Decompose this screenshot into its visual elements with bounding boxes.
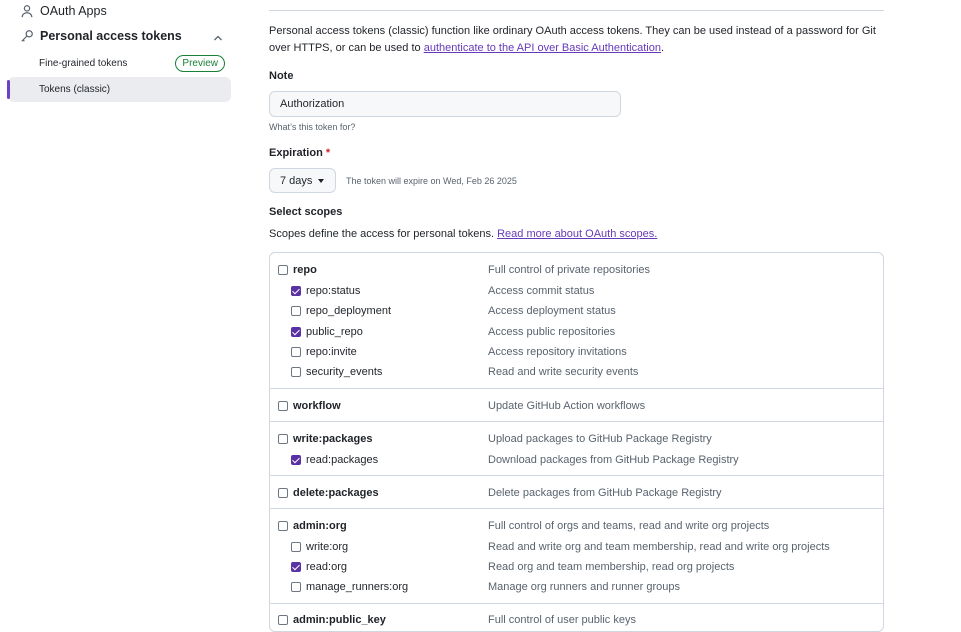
divider	[270, 388, 883, 389]
divider	[269, 10, 884, 11]
scopes-list: repo Full control of private repositorie…	[269, 252, 884, 632]
scope-name: workflow	[293, 400, 341, 412]
scope-checkbox[interactable]	[291, 286, 301, 296]
scope-checkbox[interactable]	[278, 521, 288, 531]
sidebar-item-label: Tokens (classic)	[39, 84, 111, 95]
sidebar-item-oauth-apps[interactable]: OAuth Apps	[20, 4, 107, 18]
preview-badge: Preview	[175, 55, 225, 72]
scope-row-write-packages: write:packages Upload packages to GitHub…	[270, 431, 883, 447]
scope-name: admin:public_key	[293, 614, 386, 626]
scope-row-workflow: workflow Update GitHub Action workflows	[270, 398, 883, 414]
scope-row-read-packages: read:packages Download packages from Git…	[270, 452, 883, 468]
scope-description: Access commit status	[488, 285, 595, 297]
scope-checkbox[interactable]	[278, 615, 288, 625]
scope-checkbox[interactable]	[291, 542, 301, 552]
scope-row-repo-deployment: repo_deployment Access deployment status	[270, 303, 883, 319]
scope-description: Access deployment status	[488, 305, 616, 317]
sidebar-item-personal-access-tokens[interactable]: Personal access tokens	[20, 29, 230, 43]
scope-row-delete-packages: delete:packages Delete packages from Git…	[270, 485, 883, 501]
person-icon	[20, 4, 34, 18]
scope-description: Access public repositories	[488, 326, 616, 338]
scope-description: Read and write org and team membership, …	[488, 541, 830, 553]
scope-row-repo-invite: repo:invite Access repository invitation…	[270, 344, 883, 360]
sidebar-item-label: Fine-grained tokens	[39, 58, 128, 69]
scope-description: Upload packages to GitHub Package Regist…	[488, 433, 712, 445]
intro-text: Personal access tokens (classic) functio…	[269, 23, 884, 57]
note-input[interactable]	[269, 91, 621, 117]
scope-checkbox[interactable]	[278, 434, 288, 444]
key-icon	[20, 29, 34, 43]
expiration-select[interactable]: 7 days	[269, 168, 336, 193]
scope-name: write:org	[306, 541, 349, 553]
scope-description: Access repository invitations	[488, 346, 627, 358]
scope-row-admin-org: admin:org Full control of orgs and teams…	[270, 518, 883, 534]
scope-row-manage-runners-org: manage_runners:org Manage org runners an…	[270, 579, 883, 595]
intro-end: .	[660, 42, 665, 54]
scope-description: Read org and team membership, read org p…	[488, 561, 735, 573]
note-label: Note	[269, 70, 294, 82]
scope-row-repo: repo Full control of private repositorie…	[270, 262, 883, 278]
scopes-description: Scopes define the access for personal to…	[269, 228, 657, 240]
scope-checkbox[interactable]	[291, 562, 301, 572]
divider	[270, 421, 883, 422]
chevron-up-icon[interactable]	[212, 32, 224, 44]
expiration-info: The token will expire on Wed, Feb 26 202…	[346, 176, 517, 186]
scope-name: repo	[293, 264, 317, 276]
caret-down-icon	[318, 178, 325, 183]
scope-checkbox[interactable]	[291, 347, 301, 357]
scope-row-public-repo: public_repo Access public repositories	[270, 324, 883, 340]
scope-description: Read and write security events	[488, 366, 639, 378]
expiration-label-text: Expiration	[269, 147, 323, 159]
expiration-value: 7 days	[280, 174, 313, 187]
scope-name: public_repo	[306, 326, 363, 338]
scope-checkbox[interactable]	[291, 455, 301, 465]
expiration-label: Expiration *	[269, 147, 330, 159]
scope-checkbox[interactable]	[291, 327, 301, 337]
sidebar-item-tokens-classic[interactable]: Tokens (classic)	[7, 77, 231, 102]
scope-checkbox[interactable]	[291, 582, 301, 592]
scope-name: read:packages	[306, 454, 379, 466]
basic-auth-link[interactable]: authenticate to the API over Basic Authe…	[424, 42, 661, 54]
oauth-scopes-link[interactable]: Read more about OAuth scopes.	[497, 228, 657, 240]
scope-checkbox[interactable]	[291, 306, 301, 316]
active-indicator	[7, 80, 10, 99]
scope-row-security-events: security_events Read and write security …	[270, 364, 883, 380]
scope-name: admin:org	[293, 520, 347, 532]
scope-description: Full control of orgs and teams, read and…	[488, 520, 770, 532]
scope-name: read:org	[306, 561, 347, 573]
sidebar-item-fine-grained-tokens[interactable]: Fine-grained tokens Preview	[39, 55, 225, 72]
divider	[270, 603, 883, 604]
scope-name: repo:status	[306, 285, 361, 297]
note-hint: What’s this token for?	[269, 122, 356, 132]
scope-name: repo_deployment	[306, 305, 392, 317]
scope-checkbox[interactable]	[291, 367, 301, 377]
scope-checkbox[interactable]	[278, 265, 288, 275]
divider	[270, 508, 883, 509]
scopes-description-text: Scopes define the access for personal to…	[269, 228, 495, 240]
scope-row-repo-status: repo:status Access commit status	[270, 283, 883, 299]
scope-description: Download packages from GitHub Package Re…	[488, 454, 739, 466]
scope-name: delete:packages	[293, 487, 379, 499]
scope-description: Full control of user public keys	[488, 614, 636, 626]
scope-checkbox[interactable]	[278, 401, 288, 411]
scope-name: repo:invite	[306, 346, 357, 358]
sidebar-item-label: OAuth Apps	[40, 4, 107, 18]
scope-row-admin-public-key: admin:public_key Full control of user pu…	[270, 612, 883, 628]
scope-name: manage_runners:org	[306, 581, 409, 593]
scope-description: Update GitHub Action workflows	[488, 400, 646, 412]
scope-row-write-org: write:org Read and write org and team me…	[270, 539, 883, 555]
select-scopes-title: Select scopes	[269, 206, 343, 218]
sidebar-item-label: Personal access tokens	[40, 29, 182, 43]
scope-checkbox[interactable]	[278, 488, 288, 498]
scope-description: Manage org runners and runner groups	[488, 581, 681, 593]
scope-row-read-org: read:org Read org and team membership, r…	[270, 559, 883, 575]
scope-description: Delete packages from GitHub Package Regi…	[488, 487, 722, 499]
scope-name: security_events	[306, 366, 383, 378]
scope-name: write:packages	[293, 433, 373, 445]
divider	[270, 475, 883, 476]
required-mark: *	[325, 147, 331, 159]
scope-description: Full control of private repositories	[488, 264, 651, 276]
